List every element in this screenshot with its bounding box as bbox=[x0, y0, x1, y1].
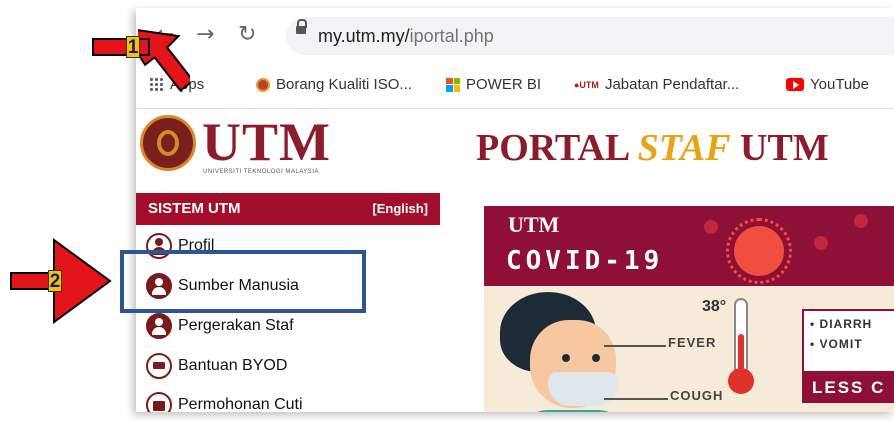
sidebar-item-permohonan-cuti[interactable]: Permohonan Cuti bbox=[146, 389, 426, 412]
browser-screenshot: ← → ↻ my.utm.my/iportal.php Apps Borang … bbox=[136, 8, 894, 412]
banner-header: UTM COVID-19 bbox=[484, 206, 894, 286]
thermometer-bulb bbox=[728, 368, 754, 394]
covid-banner[interactable]: UTM COVID-19 FEVER COUGH 38° • DIARRH • … bbox=[484, 206, 894, 412]
arrow-right-icon[interactable]: → bbox=[196, 22, 214, 47]
sidebar-item-bantuan-byod[interactable]: Bantuan BYOD bbox=[146, 350, 426, 382]
reload-icon[interactable]: ↻ bbox=[238, 22, 256, 47]
language-link[interactable]: [English] bbox=[372, 201, 428, 216]
youtube-icon bbox=[786, 78, 804, 91]
banner-utm-logo: UTM bbox=[508, 212, 560, 237]
utm-logo-subtext: UNIVERSITI TEKNOLOGI MALAYSIA bbox=[203, 169, 319, 175]
utm-emblem-icon bbox=[140, 115, 196, 171]
bookmark-youtube[interactable]: YouTube bbox=[786, 76, 869, 93]
people-icon bbox=[146, 313, 172, 339]
cough-pointer bbox=[604, 398, 668, 400]
bookmark-power-bi[interactable]: POWER BI bbox=[446, 76, 541, 93]
less-common-label: LESS C bbox=[802, 373, 894, 403]
bookmark-borang-kualiti[interactable]: Borang Kualiti ISO... bbox=[256, 76, 412, 93]
page-header: UTM UNIVERSITI TEKNOLOGI MALAYSIA PORTAL… bbox=[136, 109, 894, 189]
sidebar-header: SISTEM UTM [English] bbox=[136, 193, 440, 225]
microsoft-icon bbox=[446, 77, 460, 92]
utm-logo[interactable]: UTM bbox=[202, 111, 331, 173]
virus-small-icon bbox=[704, 220, 718, 234]
bookmark-jabatan-pendaftar[interactable]: ●UTM Jabatan Pendaftar... bbox=[574, 76, 739, 93]
calendar-icon bbox=[146, 392, 172, 412]
fever-pointer bbox=[604, 345, 666, 347]
sidebar-heading: SISTEM UTM bbox=[148, 200, 241, 217]
pointer-arrow-1-tail bbox=[92, 38, 150, 56]
symptom-list: • DIARRH • VOMIT bbox=[802, 309, 894, 373]
step-marker-2: 2 bbox=[48, 270, 62, 292]
utm-small-icon: ●UTM bbox=[574, 79, 599, 90]
laptop-icon bbox=[146, 353, 172, 379]
sidebar-item-pergerakan-staf[interactable]: Pergerakan Staf bbox=[146, 310, 426, 342]
highlight-sumber-manusia bbox=[120, 250, 366, 313]
symptom-item: • DIARRH bbox=[810, 317, 873, 331]
page-title: PORTAL STAF UTM bbox=[476, 127, 829, 169]
virus-icon bbox=[726, 218, 792, 284]
banner-covid-title: COVID-19 bbox=[506, 246, 664, 276]
symptom-item: • VOMIT bbox=[810, 337, 863, 351]
temperature-label: 38° bbox=[702, 298, 727, 315]
url-text[interactable]: my.utm.my/iportal.php bbox=[318, 26, 494, 47]
sick-person-illustration bbox=[500, 292, 628, 412]
bookmarks-bar: Apps Borang Kualiti ISO... POWER BI ●UTM… bbox=[136, 64, 894, 109]
virus-small-icon bbox=[854, 214, 868, 228]
virus-small-icon bbox=[814, 236, 828, 250]
lock-icon[interactable] bbox=[296, 19, 307, 34]
step-marker-1: 1 bbox=[126, 36, 140, 58]
iso-logo-icon bbox=[256, 77, 270, 92]
thermometer-icon bbox=[734, 298, 748, 378]
fever-label: FEVER bbox=[668, 335, 717, 350]
cough-label: COUGH bbox=[670, 388, 724, 403]
address-bar: ← → ↻ my.utm.my/iportal.php bbox=[136, 8, 894, 65]
